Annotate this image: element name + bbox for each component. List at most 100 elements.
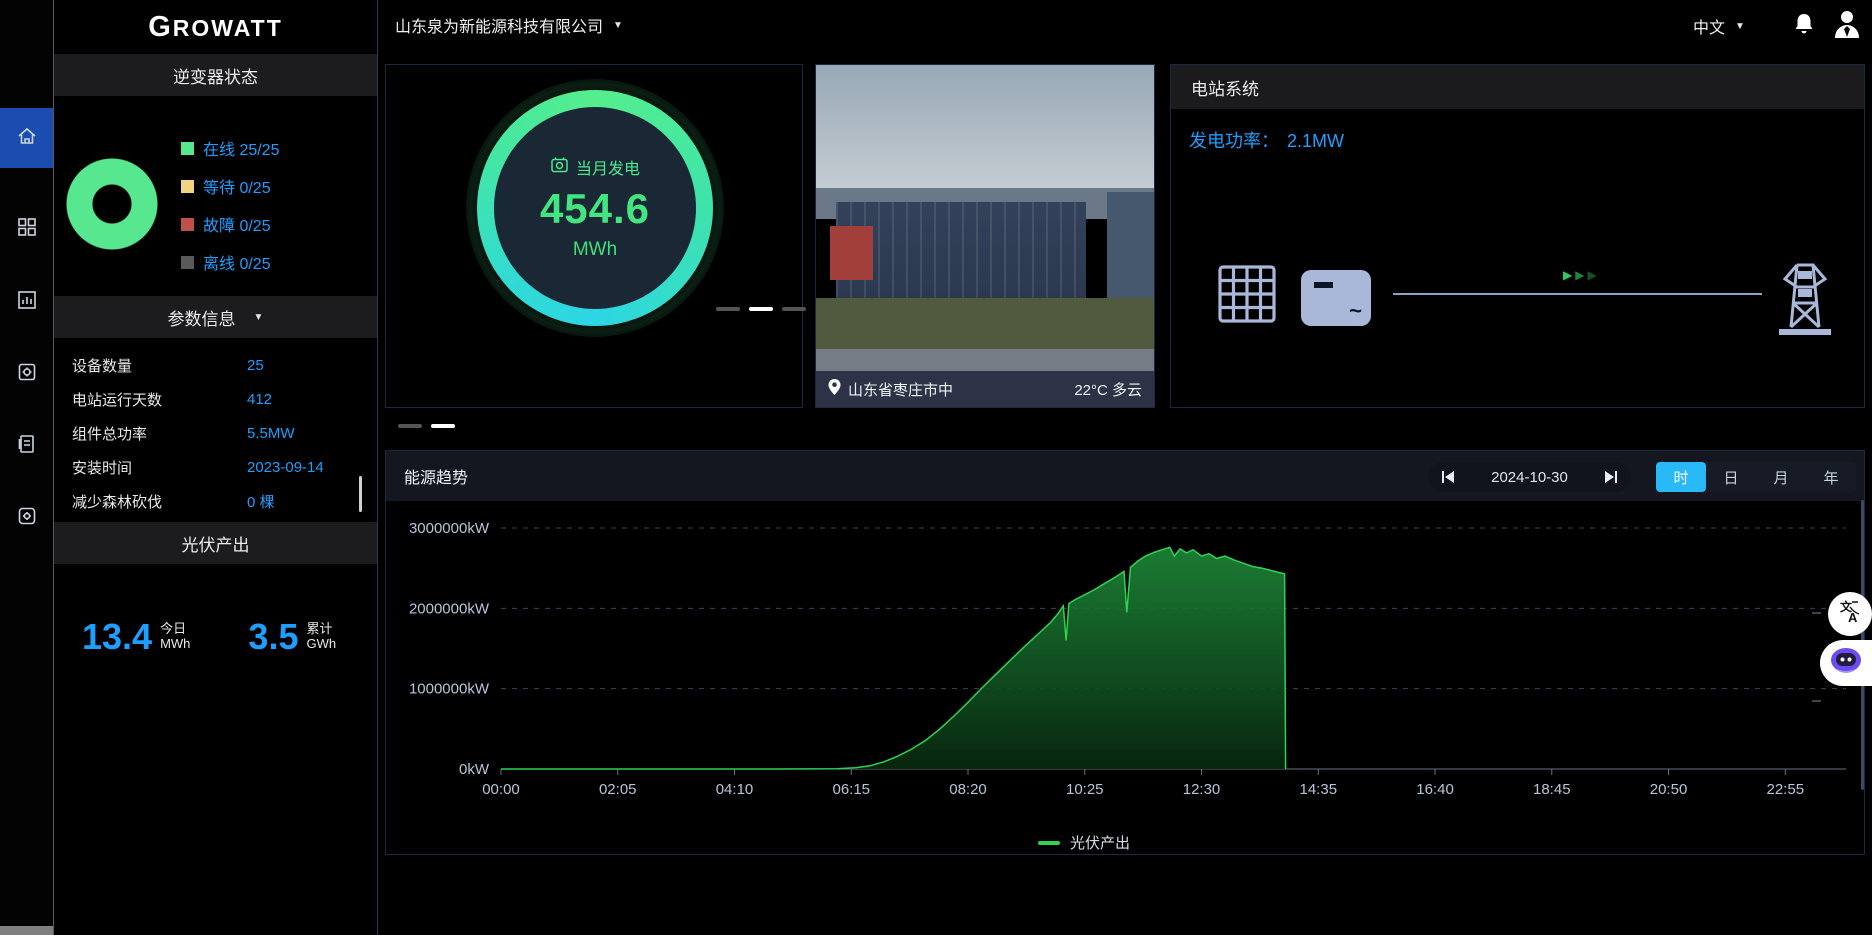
energy-trend-panel: 能源趋势 2024-10-30 时日月年 0kW1000000kW2000000… [385,450,1865,855]
tab-日[interactable]: 日 [1706,462,1756,492]
x-tick-label: 06:15 [832,781,870,798]
nav-devices[interactable] [0,346,53,402]
power-flow-line [1393,293,1762,295]
prev-day-icon[interactable] [1440,469,1456,485]
robot-assistant-icon [1828,645,1864,682]
pager-dash-active[interactable] [749,307,773,311]
chevron-down-icon: ▼ [254,312,264,323]
apps-grid-icon [16,216,38,243]
pv-today-tag: 今日 [160,622,190,637]
date-navigator: 2024-10-30 [1428,462,1631,492]
nav-settings[interactable] [0,490,53,546]
growatt-logo: GROWATT [148,11,283,44]
station-system-card: 电站系统 发电功率：2.1MW ~ ▶▶▶ [1170,64,1865,408]
status-legend-text: 离线 0/25 [203,250,271,274]
inverter-icon: ~ [1301,270,1371,326]
tab-时[interactable]: 时 [1656,462,1706,492]
x-tick-label: 00:00 [482,781,520,798]
pv-output-body: 13.4 今日MWh 3.5 累计GWh [54,564,377,658]
photo-red-building [830,226,874,281]
language-selector[interactable]: 中文▼ [1693,14,1745,38]
location-pin-icon [828,379,841,399]
company-selector[interactable]: 山东泉为新能源科技有限公司▼ [395,13,623,37]
pager-dash[interactable] [398,424,422,428]
station-power-value: 2.1MW [1287,131,1344,151]
solar-panel-icon [1216,263,1278,330]
home-icon [16,125,38,152]
assistant-button[interactable] [1820,640,1872,686]
document-list-icon [16,433,38,460]
params-header[interactable]: 参数信息▼ [54,296,377,338]
bell-icon[interactable] [1792,12,1816,43]
photo-greenery [816,298,1154,353]
selected-date[interactable]: 2024-10-30 [1491,469,1568,486]
scrollbar-corner [0,926,53,935]
tab-年[interactable]: 年 [1806,462,1856,492]
pager-dash[interactable] [782,307,806,311]
status-legend-item: 离线 0/25 [181,250,280,274]
next-day-icon[interactable] [1603,469,1619,485]
inverter-ac-mark: ~ [1349,298,1362,324]
param-label: 安装时间 [72,457,247,478]
user-avatar-icon[interactable] [1832,8,1862,45]
station-power: 发电功率：2.1MW [1189,127,1344,153]
pager-dash[interactable] [716,307,740,311]
translate-icon: 文A [1837,599,1863,630]
photo-location: 山东省枣庄市中 [848,379,953,400]
trend-range-tabs: 时日月年 [1656,462,1856,492]
float-dash [1812,700,1821,702]
status-legend-item: 在线 25/25 [181,136,280,160]
dashboard-screen: GROWATT 逆变器状态 在线 25/25 等待 0/25 故障 0/25 离线 0… [0,0,1872,935]
translate-button[interactable]: 文A [1828,592,1872,636]
monthly-generation-gauge: 当月发电 454.6 MWh [477,90,713,326]
nav-reports[interactable] [0,274,53,330]
nav-logs[interactable] [0,418,53,474]
param-label: 组件总功率 [72,423,247,444]
inverter-status-header: 逆变器状态 [54,54,377,96]
cards-carousel-pager[interactable] [398,424,455,428]
gauge-value: 454.6 [540,185,650,233]
gauge-inner: 当月发电 454.6 MWh [494,107,696,309]
grid-tower-icon [1771,257,1839,342]
param-value: 2023-09-14 [247,459,359,476]
pager-dash-active[interactable] [431,424,455,428]
flow-arrows: ▶▶▶ [1563,268,1597,282]
param-row: 减少森林砍伐0 棵 [54,484,377,518]
gauge-carousel-pager[interactable] [716,307,806,311]
status-legend-item: 故障 0/25 [181,212,280,236]
energy-trend-chart: 0kW1000000kW2000000kW3000000kW00:0002:05… [386,501,1866,856]
photo-glass-building [1107,192,1154,305]
pv-today-value: 13.4 [82,616,152,658]
status-donut-chart [66,158,158,250]
generation-icon [550,155,569,179]
photo-info-bar: 山东省枣庄市中 22°C 多云 [816,371,1154,407]
x-tick-label: 04:10 [716,781,754,798]
y-tick-label: 3000000kW [409,520,490,537]
nav-rail [0,0,53,935]
param-row: 电站运行天数412 [54,382,377,416]
status-legend-text: 等待 0/25 [203,174,271,198]
station-system-header: 电站系统 [1171,65,1864,109]
param-value: 5.5MW [247,425,359,442]
params-scrollbar-thumb[interactable] [359,476,362,512]
status-legend-text: 在线 25/25 [203,136,280,160]
photo-sky [816,65,1154,209]
photo-weather: 22°C 多云 [1074,379,1142,400]
x-tick-label: 18:45 [1533,781,1571,798]
param-value: 0 棵 [247,491,359,512]
status-color-swatch [181,142,194,155]
energy-trend-header: 能源趋势 [386,451,1864,501]
y-tick-label: 0kW [459,761,490,778]
x-tick-label: 20:50 [1650,781,1688,798]
x-tick-label: 16:40 [1416,781,1454,798]
nav-plants[interactable] [0,201,53,257]
gauge-label: 当月发电 [576,155,640,179]
y-tick-label: 2000000kW [409,600,490,617]
nav-home[interactable] [0,108,53,168]
x-tick-label: 08:20 [949,781,987,798]
tab-月[interactable]: 月 [1756,462,1806,492]
bar-chart-icon [16,289,38,316]
param-row: 组件总功率5.5MW [54,416,377,450]
legend-marker [1038,841,1060,845]
x-tick-label: 10:25 [1066,781,1104,798]
